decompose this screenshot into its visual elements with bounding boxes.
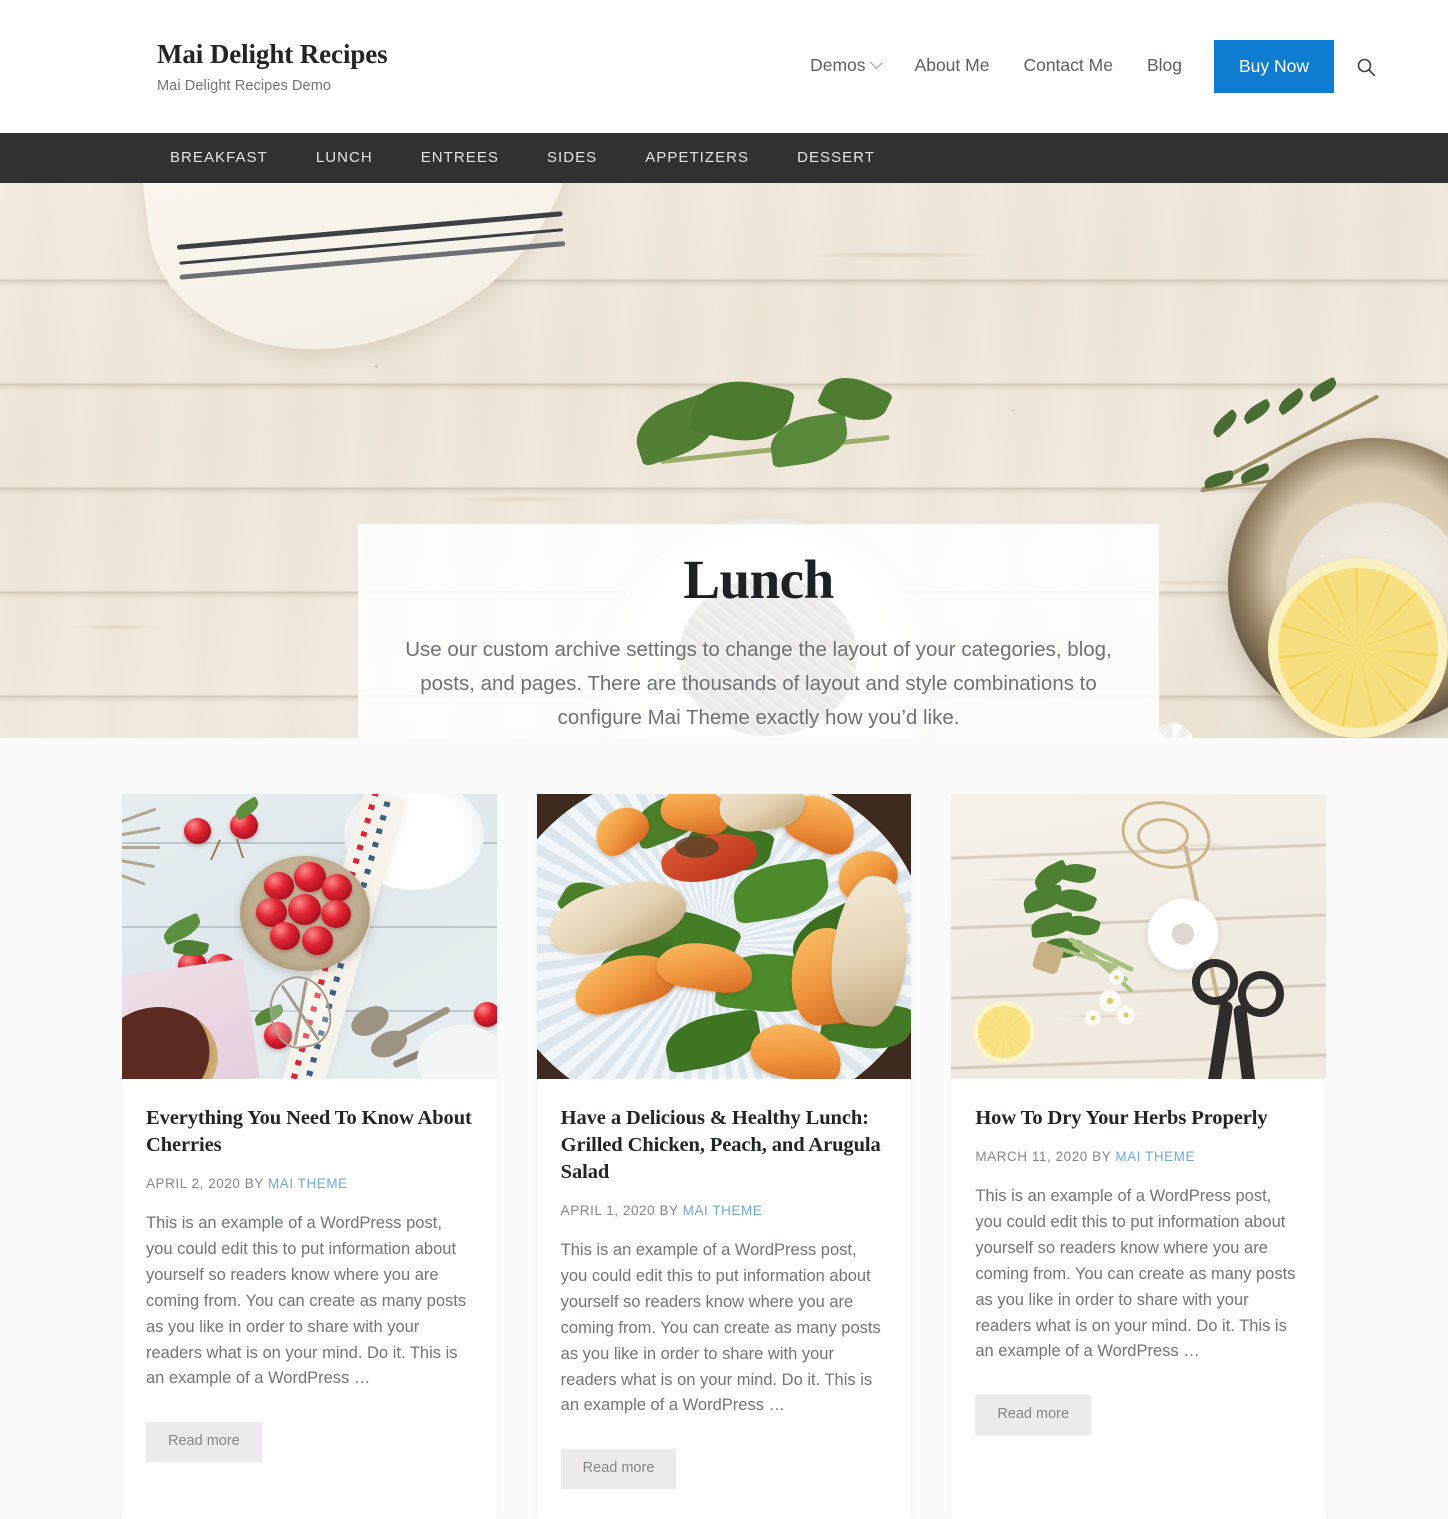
forks bbox=[122, 807, 164, 910]
page-root: Mai Delight Recipes Mai Delight Recipes … bbox=[0, 0, 1448, 1519]
post-meta: APRIL 1, 2020 BY MAI THEME bbox=[561, 1203, 888, 1218]
post-thumbnail[interactable] bbox=[951, 794, 1326, 1079]
read-more-button[interactable]: Read more bbox=[975, 1395, 1092, 1436]
scissors bbox=[1186, 954, 1306, 1079]
twine-loop-inner bbox=[1137, 818, 1190, 854]
nav-label-demos: Demos bbox=[810, 55, 866, 75]
post-author-link[interactable]: MAI THEME bbox=[683, 1203, 763, 1218]
page-description: Use our custom archive settings to chang… bbox=[405, 637, 1112, 729]
lemon-half bbox=[973, 1001, 1036, 1063]
nav-link-contact-me[interactable]: Contact Me bbox=[1006, 56, 1129, 75]
post-by-label: BY bbox=[1092, 1149, 1112, 1165]
post-title[interactable]: Have a Delicious & Healthy Lunch: Grille… bbox=[561, 1105, 888, 1186]
main-content: Everything You Need To Know About Cherri… bbox=[0, 738, 1448, 1519]
buy-now-button[interactable]: Buy Now bbox=[1213, 40, 1334, 93]
read-more-button[interactable]: Read more bbox=[146, 1422, 262, 1463]
subnav-link-dessert[interactable]: DESSERT bbox=[773, 150, 899, 165]
post-by-label: BY bbox=[659, 1203, 679, 1219]
read-more-button[interactable]: Read more bbox=[560, 1449, 677, 1490]
category-navigation: BREAKFAST LUNCH ENTREES SIDES APPETIZERS… bbox=[0, 133, 1448, 183]
post-by-label: BY bbox=[244, 1176, 264, 1192]
post-card[interactable]: Have a Delicious & Healthy Lunch: Grille… bbox=[536, 794, 912, 1519]
post-author-link[interactable]: MAI THEME bbox=[268, 1176, 348, 1191]
subnav-item-breakfast[interactable]: BREAKFAST bbox=[157, 149, 292, 167]
post-excerpt: This is an example of a WordPress post, … bbox=[560, 1241, 881, 1415]
site-title: Mai Delight Recipes bbox=[157, 39, 388, 70]
post-thumbnail[interactable] bbox=[536, 794, 912, 1079]
post-card-body: Have a Delicious & Healthy Lunch: Grille… bbox=[537, 1079, 912, 1519]
post-date: MARCH 11, 2020 bbox=[975, 1149, 1088, 1165]
site-header: Mai Delight Recipes Mai Delight Recipes … bbox=[0, 0, 1448, 133]
nav-link-demos[interactable]: Demos bbox=[793, 55, 897, 75]
nav-item-blog[interactable]: Blog bbox=[1130, 56, 1199, 76]
post-excerpt: This is an example of a WordPress post, … bbox=[146, 1214, 467, 1388]
post-date: APRIL 2, 2020 bbox=[146, 1176, 241, 1192]
subnav-link-breakfast[interactable]: BREAKFAST bbox=[157, 150, 292, 165]
basil-sprig bbox=[620, 366, 940, 513]
hero-banner: Lunch Use our custom archive settings to… bbox=[0, 183, 1448, 738]
subnav-item-lunch[interactable]: LUNCH bbox=[292, 149, 397, 167]
nav-item-demos[interactable]: Demos bbox=[793, 55, 897, 76]
chevron-down-icon bbox=[869, 56, 883, 70]
site-branding[interactable]: Mai Delight Recipes Mai Delight Recipes … bbox=[157, 39, 388, 93]
page-title: Lunch bbox=[683, 549, 834, 611]
post-meta: APRIL 2, 2020 BY MAI THEME bbox=[146, 1176, 473, 1191]
grilled-chicken-peach-arugula-salad-photo bbox=[536, 794, 912, 1079]
post-card[interactable]: How To Dry Your Herbs Properly MARCH 11,… bbox=[951, 794, 1326, 1519]
subnav-item-entrees[interactable]: ENTREES bbox=[397, 149, 523, 167]
header-right: Demos About Me Contact Me Blog Buy Now bbox=[793, 40, 1388, 93]
post-thumbnail[interactable] bbox=[122, 794, 497, 1079]
post-grid: Everything You Need To Know About Cherri… bbox=[122, 794, 1326, 1519]
subnav-link-sides[interactable]: SIDES bbox=[523, 150, 621, 165]
post-date: APRIL 1, 2020 bbox=[560, 1203, 656, 1219]
subnav-link-appetizers[interactable]: APPETIZERS bbox=[621, 150, 773, 165]
post-card-body: Everything You Need To Know About Cherri… bbox=[122, 1079, 497, 1519]
cherries-in-bowl-photo bbox=[122, 794, 497, 1079]
subnav-item-dessert[interactable]: DESSERT bbox=[773, 149, 899, 167]
nav-link-blog[interactable]: Blog bbox=[1130, 56, 1199, 75]
post-excerpt: This is an example of a WordPress post, … bbox=[975, 1187, 1296, 1361]
post-card-body: How To Dry Your Herbs Properly MARCH 11,… bbox=[951, 1079, 1326, 1519]
primary-nav-list: Demos About Me Contact Me Blog bbox=[793, 55, 1199, 76]
post-author-link[interactable]: MAI THEME bbox=[1115, 1149, 1195, 1164]
category-nav-list: BREAKFAST LUNCH ENTREES SIDES APPETIZERS… bbox=[157, 149, 899, 167]
nav-link-about-me[interactable]: About Me bbox=[898, 56, 1007, 75]
post-title[interactable]: Everything You Need To Know About Cherri… bbox=[146, 1105, 473, 1159]
post-card[interactable]: Everything You Need To Know About Cherri… bbox=[122, 794, 497, 1519]
hero-text-box: Lunch Use our custom archive settings to… bbox=[358, 524, 1159, 738]
primary-navigation: Demos About Me Contact Me Blog bbox=[793, 55, 1199, 76]
subnav-item-sides[interactable]: SIDES bbox=[523, 149, 621, 167]
lemon-half bbox=[1268, 558, 1448, 738]
site-tagline: Mai Delight Recipes Demo bbox=[157, 77, 332, 94]
nav-item-about-me[interactable]: About Me bbox=[898, 56, 1007, 76]
post-title[interactable]: How To Dry Your Herbs Properly bbox=[975, 1105, 1302, 1132]
search-icon bbox=[1357, 58, 1376, 76]
subnav-link-entrees[interactable]: ENTREES bbox=[397, 150, 523, 165]
subnav-link-lunch[interactable]: LUNCH bbox=[292, 150, 397, 165]
drying-herbs-scissors-twine-photo bbox=[951, 794, 1326, 1079]
post-meta: MARCH 11, 2020 BY MAI THEME bbox=[975, 1149, 1302, 1164]
search-button[interactable] bbox=[1334, 57, 1388, 77]
nav-item-contact-me[interactable]: Contact Me bbox=[1006, 56, 1129, 76]
subnav-item-appetizers[interactable]: APPETIZERS bbox=[621, 149, 773, 167]
